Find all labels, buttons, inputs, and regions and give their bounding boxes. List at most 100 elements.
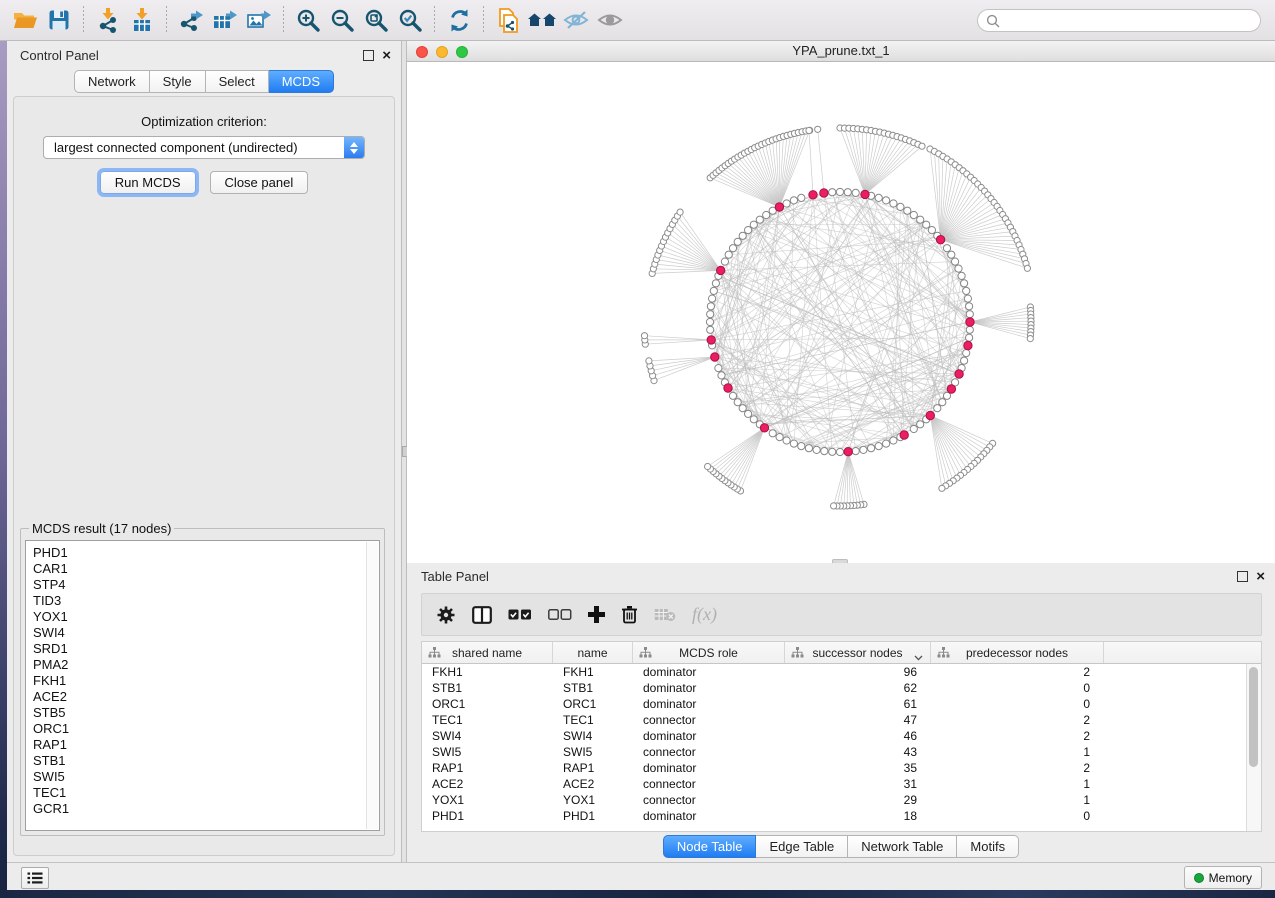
network-node[interactable] [1027, 336, 1033, 342]
network-node[interactable] [646, 358, 652, 364]
network-node[interactable] [709, 295, 716, 302]
table-scrollbar[interactable] [1246, 664, 1261, 831]
mcds-result-item[interactable]: TID3 [33, 593, 365, 609]
mcds-dominator-node[interactable] [936, 236, 944, 244]
network-node[interactable] [821, 448, 828, 455]
network-node[interactable] [917, 216, 924, 223]
network-node[interactable] [934, 405, 941, 412]
network-node[interactable] [966, 326, 973, 333]
network-node[interactable] [897, 203, 904, 210]
network-node[interactable] [917, 421, 924, 428]
maximize-window-icon[interactable] [456, 46, 468, 58]
table-row[interactable]: SWI4SWI4dominator462 [422, 728, 1246, 744]
mcds-dominator-node[interactable] [955, 370, 963, 378]
float-panel-icon[interactable] [1237, 571, 1248, 582]
zoom-out-icon[interactable] [325, 4, 359, 36]
select-all-icon[interactable] [508, 609, 532, 620]
network-node[interactable] [756, 216, 763, 223]
network-node[interactable] [943, 245, 950, 252]
network-node[interactable] [966, 311, 973, 318]
network-node[interactable] [939, 399, 946, 406]
network-node[interactable] [875, 194, 882, 201]
network-node[interactable] [783, 437, 790, 444]
network-node[interactable] [890, 437, 897, 444]
mcds-dominator-node[interactable] [947, 385, 955, 393]
network-node[interactable] [677, 209, 683, 215]
network-node[interactable] [734, 399, 741, 406]
close-panel-button[interactable]: Close panel [210, 171, 309, 194]
network-node[interactable] [948, 251, 955, 258]
table-row[interactable]: RAP1RAP1dominator352 [422, 760, 1246, 776]
zoom-fit-icon[interactable] [359, 4, 393, 36]
mcds-result-item[interactable]: SWI4 [33, 625, 365, 641]
network-node[interactable] [783, 200, 790, 207]
network-node[interactable] [721, 258, 728, 265]
column-header-name[interactable]: name [553, 642, 633, 663]
network-node[interactable] [963, 350, 970, 357]
export-table-icon[interactable] [208, 4, 242, 36]
tab-node-table[interactable]: Node Table [663, 835, 757, 858]
network-node[interactable] [769, 430, 776, 437]
mcds-result-list[interactable]: PHD1CAR1STP4TID3YOX1SWI4SRD1PMA2FKH1ACE2… [25, 540, 380, 831]
network-node[interactable] [710, 287, 717, 294]
save-session-icon[interactable] [42, 4, 76, 36]
mcds-result-item[interactable]: GCR1 [33, 801, 365, 817]
network-node[interactable] [707, 326, 714, 333]
mcds-result-item[interactable]: SRD1 [33, 641, 365, 657]
mcds-result-item[interactable]: CAR1 [33, 561, 365, 577]
mcds-dominator-node[interactable] [861, 190, 869, 198]
mcds-dominator-node[interactable] [760, 424, 768, 432]
network-node[interactable] [964, 295, 971, 302]
network-node[interactable] [860, 446, 867, 453]
hide-selected-icon[interactable] [559, 4, 593, 36]
network-node[interactable] [815, 126, 821, 132]
network-node[interactable] [1024, 265, 1030, 271]
network-node[interactable] [844, 189, 851, 196]
mcds-result-item[interactable]: FKH1 [33, 673, 365, 689]
network-node[interactable] [836, 188, 843, 195]
table-row[interactable]: FKH1FKH1dominator962 [422, 664, 1246, 680]
delete-column-icon[interactable] [621, 605, 638, 624]
mcds-result-item[interactable]: ACE2 [33, 689, 365, 705]
float-panel-icon[interactable] [363, 50, 374, 61]
network-node[interactable] [890, 200, 897, 207]
tab-motifs[interactable]: Motifs [957, 835, 1019, 858]
network-node[interactable] [739, 232, 746, 239]
network-node[interactable] [868, 445, 875, 452]
mcds-result-item[interactable]: PMA2 [33, 657, 365, 673]
network-node[interactable] [806, 127, 812, 133]
network-node[interactable] [712, 280, 719, 287]
close-window-icon[interactable] [416, 46, 428, 58]
column-header-predecessor-nodes[interactable]: predecessor nodes [931, 642, 1104, 663]
network-node[interactable] [961, 280, 968, 287]
mcds-dominator-node[interactable] [900, 431, 908, 439]
mcds-dominator-node[interactable] [820, 189, 828, 197]
network-node[interactable] [798, 194, 805, 201]
close-panel-icon[interactable]: × [1256, 572, 1265, 582]
network-node[interactable] [734, 238, 741, 245]
mcds-dominator-node[interactable] [717, 266, 725, 274]
network-node[interactable] [966, 303, 973, 310]
show-all-icon[interactable] [593, 4, 627, 36]
network-node[interactable] [790, 440, 797, 447]
add-column-icon[interactable] [588, 606, 605, 623]
network-node[interactable] [952, 258, 959, 265]
network-node[interactable] [729, 245, 736, 252]
network-node[interactable] [829, 448, 836, 455]
network-node[interactable] [928, 227, 935, 234]
network-node[interactable] [763, 211, 770, 218]
network-node[interactable] [813, 446, 820, 453]
network-node[interactable] [875, 443, 882, 450]
export-network-icon[interactable] [174, 4, 208, 36]
network-view-canvas[interactable] [407, 62, 1275, 563]
mcds-list-scrollbar[interactable] [366, 542, 378, 829]
network-node[interactable] [641, 333, 647, 339]
minimize-window-icon[interactable] [436, 46, 448, 58]
network-node[interactable] [955, 265, 962, 272]
mcds-dominator-node[interactable] [809, 191, 817, 199]
mcds-result-item[interactable]: TEC1 [33, 785, 365, 801]
network-node[interactable] [883, 197, 890, 204]
deselect-all-icon[interactable] [548, 609, 572, 620]
network-node[interactable] [707, 311, 714, 318]
zoom-in-icon[interactable] [291, 4, 325, 36]
